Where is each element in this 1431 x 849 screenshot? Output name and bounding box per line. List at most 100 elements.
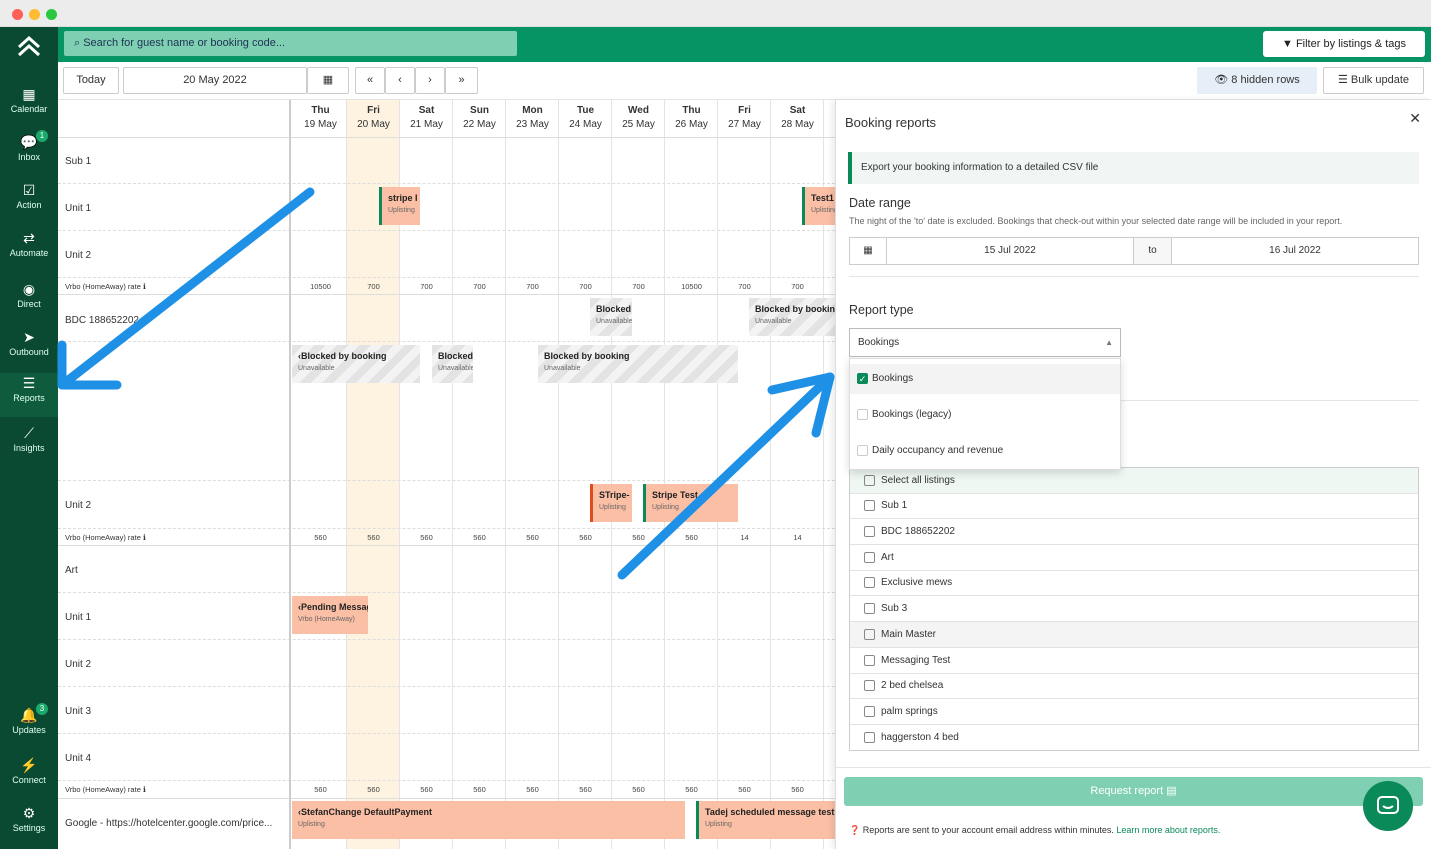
nav-updates[interactable]: 🔔 3 Updates bbox=[0, 703, 58, 749]
blocked-block[interactable]: ‹Blocked by booking Unavailable bbox=[292, 345, 420, 383]
option-daily-occupancy[interactable]: Daily occupancy and revenue bbox=[850, 436, 1120, 466]
listing-item[interactable]: Sub 1 bbox=[850, 493, 1418, 519]
rate-cell[interactable]: 10500 bbox=[294, 282, 347, 291]
next-button[interactable]: › bbox=[415, 67, 445, 94]
last-button[interactable]: » bbox=[445, 67, 478, 94]
minimize-window-icon[interactable] bbox=[29, 9, 40, 20]
rate-cell[interactable]: 560 bbox=[559, 785, 612, 794]
date-input[interactable]: 20 May 2022 bbox=[123, 67, 307, 94]
filter-button[interactable]: ▼ Filter by listings & tags bbox=[1263, 31, 1425, 57]
row-label[interactable]: BDC 188652202 bbox=[65, 315, 139, 326]
booking-block[interactable]: Tadej scheduled message test Uplisting bbox=[696, 801, 835, 839]
rate-cell[interactable]: 560 bbox=[400, 533, 453, 542]
maximize-window-icon[interactable] bbox=[46, 9, 57, 20]
rate-cell[interactable]: 560 bbox=[665, 785, 718, 794]
uplisting-logo-icon[interactable] bbox=[15, 35, 43, 59]
rate-cell[interactable]: 560 bbox=[718, 785, 771, 794]
rate-cell[interactable]: 560 bbox=[453, 533, 506, 542]
rate-cell[interactable]: 560 bbox=[400, 785, 453, 794]
nav-outbound[interactable]: ➤ Outbound bbox=[0, 327, 58, 371]
listing-item[interactable]: palm springs bbox=[850, 699, 1418, 725]
booking-block[interactable]: stripe I Uplisting bbox=[379, 187, 420, 225]
rate-cell[interactable]: 560 bbox=[665, 533, 718, 542]
prev-button[interactable]: ‹ bbox=[385, 67, 415, 94]
row-label[interactable]: Unit 2 bbox=[65, 500, 91, 511]
rate-cell[interactable]: 700 bbox=[400, 282, 453, 291]
today-button[interactable]: Today bbox=[63, 67, 119, 94]
rate-cell[interactable]: 700 bbox=[612, 282, 665, 291]
rate-cell[interactable]: 560 bbox=[347, 533, 400, 542]
listing-item[interactable]: haggerston 4 bed bbox=[850, 725, 1418, 750]
row-label[interactable]: Unit 1 bbox=[65, 203, 91, 214]
row-label[interactable]: Art bbox=[65, 565, 78, 576]
rate-cell[interactable]: 700 bbox=[771, 282, 824, 291]
date-from-input[interactable]: 15 Jul 2022 bbox=[886, 237, 1134, 265]
first-button[interactable]: « bbox=[355, 67, 385, 94]
report-type-select[interactable]: Bookings ▲ bbox=[849, 328, 1121, 357]
request-report-button[interactable]: Request report ▤ bbox=[844, 777, 1423, 806]
calendar-picker-icon[interactable]: ▦ bbox=[307, 67, 349, 94]
nav-settings[interactable]: ⚙ Settings bbox=[0, 803, 58, 847]
chat-launcher-icon[interactable] bbox=[1363, 781, 1413, 831]
rate-cell[interactable]: 700 bbox=[559, 282, 612, 291]
rate-cell[interactable]: 700 bbox=[506, 282, 559, 291]
nav-direct[interactable]: ◉ Direct bbox=[0, 279, 58, 323]
blocked-block[interactable]: Blocked by booking Unavailable bbox=[749, 298, 835, 336]
row-label[interactable]: Sub 1 bbox=[65, 156, 91, 167]
option-bookings-legacy[interactable]: Bookings (legacy) bbox=[850, 400, 1120, 430]
listing-item[interactable]: Messaging Test bbox=[850, 648, 1418, 674]
rate-cell[interactable]: 14 bbox=[718, 533, 771, 542]
listing-item[interactable]: 2 bed chelsea bbox=[850, 673, 1418, 699]
rate-cell[interactable]: 560 bbox=[771, 785, 824, 794]
booking-block[interactable]: Test1Uplisting bbox=[802, 187, 835, 225]
rate-cell[interactable]: 700 bbox=[347, 282, 400, 291]
listing-item[interactable]: Art bbox=[850, 545, 1418, 571]
hidden-rows-button[interactable]: 👁 8 hidden rows bbox=[1197, 67, 1317, 94]
rate-cell[interactable]: 560 bbox=[559, 533, 612, 542]
booking-block[interactable]: ‹StefanChange DefaultPayment Uplisting bbox=[292, 801, 685, 839]
booking-block[interactable]: STripe- Uplisting bbox=[590, 484, 632, 522]
row-label[interactable]: Unit 2 bbox=[65, 659, 91, 670]
rate-cell[interactable]: 700 bbox=[718, 282, 771, 291]
option-bookings[interactable]: ✓ Bookings bbox=[850, 364, 1120, 394]
learn-more-link[interactable]: Learn more about reports. bbox=[1116, 825, 1220, 835]
rate-cell[interactable]: 560 bbox=[453, 785, 506, 794]
rate-cell[interactable]: 560 bbox=[612, 533, 665, 542]
close-window-icon[interactable] bbox=[12, 9, 23, 20]
bulk-update-button[interactable]: ☰ Bulk update bbox=[1323, 67, 1424, 94]
nav-action[interactable]: ☑ Action bbox=[0, 180, 58, 224]
row-label[interactable]: Google - https://hotelcenter.google.com/… bbox=[65, 818, 272, 829]
nav-reports[interactable]: ☰ Reports bbox=[0, 373, 58, 417]
blocked-block[interactable]: Blocked Unavailable bbox=[432, 345, 473, 383]
rate-cell[interactable]: 700 bbox=[453, 282, 506, 291]
listing-item[interactable]: Sub 3 bbox=[850, 596, 1418, 622]
rate-cell[interactable]: 560 bbox=[294, 785, 347, 794]
close-icon[interactable]: ✕ bbox=[1409, 110, 1421, 127]
row-label[interactable]: Unit 3 bbox=[65, 706, 91, 717]
nav-automate[interactable]: ⇄ Automate bbox=[0, 228, 58, 272]
booking-block[interactable]: Stripe Test Uplisting bbox=[643, 484, 738, 522]
rate-cell[interactable]: 560 bbox=[347, 785, 400, 794]
rate-cell[interactable]: 14 bbox=[771, 533, 824, 542]
blocked-block[interactable]: Blocked Unavailable bbox=[590, 298, 632, 336]
nav-calendar[interactable]: ▦ Calendar bbox=[0, 84, 58, 128]
row-label[interactable]: Unit 1 bbox=[65, 612, 91, 623]
date-to-input[interactable]: 16 Jul 2022 bbox=[1171, 237, 1419, 265]
search-input[interactable]: ⌕ Search for guest name or booking code.… bbox=[64, 31, 517, 56]
row-label[interactable]: Unit 2 bbox=[65, 250, 91, 261]
rate-cell[interactable]: 560 bbox=[612, 785, 665, 794]
listing-select-all[interactable]: Select all listings bbox=[850, 468, 1418, 494]
rate-cell[interactable]: 10500 bbox=[665, 282, 718, 291]
listing-item[interactable]: Main Master bbox=[850, 622, 1418, 648]
row-label[interactable]: Unit 4 bbox=[65, 753, 91, 764]
listing-item[interactable]: Exclusive mews bbox=[850, 570, 1418, 596]
nav-connect[interactable]: ⚡ Connect bbox=[0, 755, 58, 799]
nav-inbox[interactable]: 💬 1 Inbox bbox=[0, 130, 58, 176]
rate-cell[interactable]: 560 bbox=[506, 533, 559, 542]
booking-block[interactable]: ‹Pending Messag Vrbo (HomeAway) bbox=[292, 596, 368, 634]
blocked-block[interactable]: Blocked by booking Unavailable bbox=[538, 345, 738, 383]
listing-item[interactable]: BDC 188652202 bbox=[850, 519, 1418, 545]
calendar-icon[interactable]: ▦ bbox=[849, 237, 887, 265]
rate-cell[interactable]: 560 bbox=[506, 785, 559, 794]
rate-cell[interactable]: 560 bbox=[294, 533, 347, 542]
